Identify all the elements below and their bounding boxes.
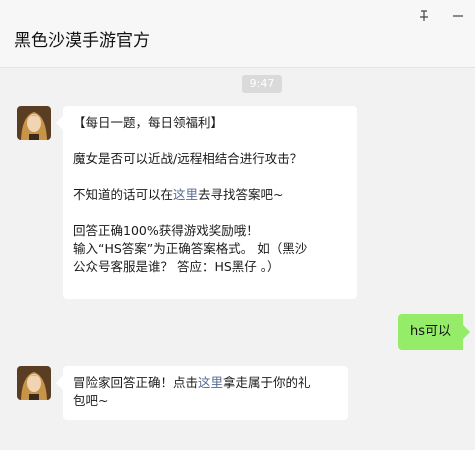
sender-avatar[interactable] xyxy=(17,366,51,400)
message-line: 公众号客服是谁？ 答应：HS黑仔 。） xyxy=(73,259,280,274)
message-timestamp: 9:47 xyxy=(242,75,282,93)
window-controls xyxy=(407,8,475,24)
my-message-text: hs可以 xyxy=(409,324,451,339)
sender-avatar[interactable] xyxy=(17,106,51,140)
message-bubble[interactable]: 冒险家回答正确！点击这里拿走属于你的礼 包吧~ xyxy=(63,366,348,420)
message-line: 魔女是否可以近战/远程相结合进行攻击？ xyxy=(73,151,303,166)
message-bubble[interactable]: 【每日一题，每日领福利】 魔女是否可以近战/远程相结合进行攻击？ 不知道的话可以… xyxy=(63,106,357,299)
message-line: 冒险家回答正确！点击这里拿走属于你的礼 xyxy=(73,375,311,390)
chat-header: 黑色沙漠手游官方 xyxy=(0,0,475,68)
message-line: 回答正确100%获得游戏奖励哦！ xyxy=(73,223,259,238)
pin-icon[interactable] xyxy=(407,8,441,24)
message-line: 输入“HS答案”为正确答案格式。 如（黑沙 xyxy=(73,241,308,256)
my-message-bubble[interactable]: hs可以 xyxy=(397,314,463,350)
minimize-icon[interactable] xyxy=(441,8,475,24)
chat-title: 黑色沙漠手游官方 xyxy=(14,31,150,51)
message-line: 不知道的话可以在这里去寻找答案吧~ xyxy=(73,187,284,202)
gift-link[interactable]: 这里 xyxy=(198,375,223,390)
answer-link[interactable]: 这里 xyxy=(173,187,198,202)
message-line: 【每日一题，每日领福利】 xyxy=(73,115,224,130)
message-line: 包吧~ xyxy=(73,393,109,408)
